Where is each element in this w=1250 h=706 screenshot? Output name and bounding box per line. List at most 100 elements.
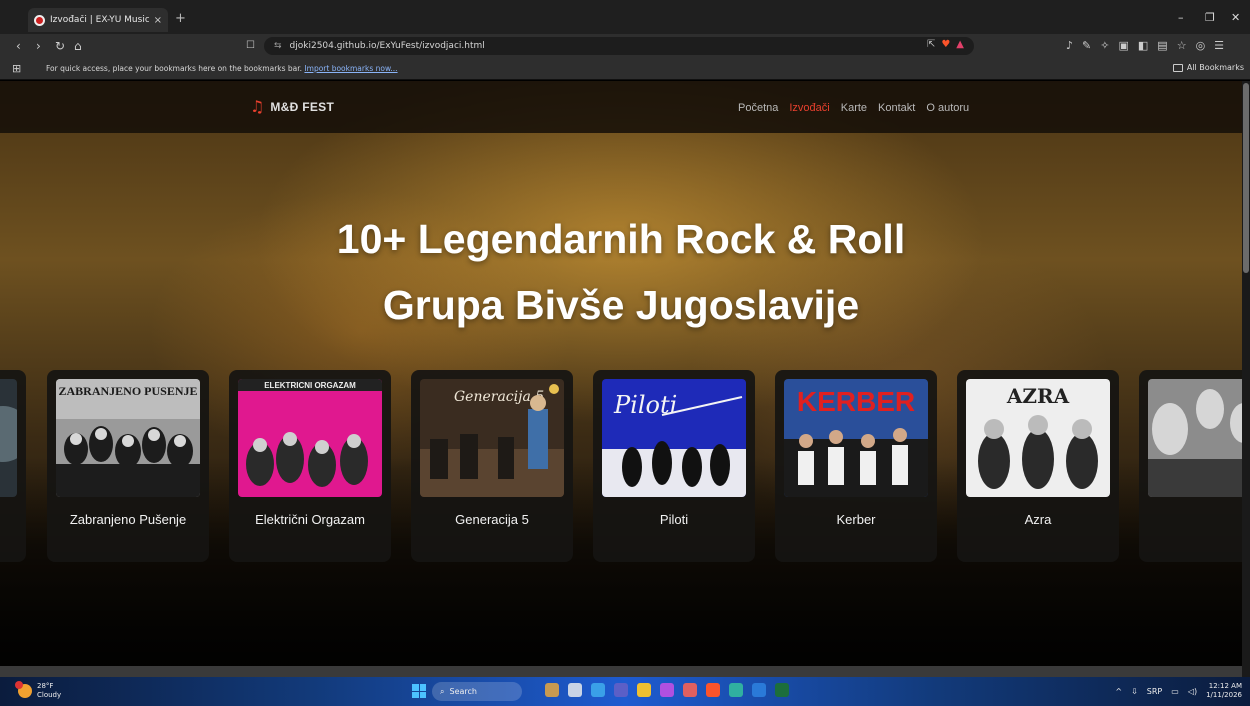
- band-carousel[interactable]: ZABRANJENO PUSENJE Zabranjeno Pušenje EL…: [0, 370, 1250, 565]
- extensions-icon[interactable]: ✧: [1100, 39, 1109, 52]
- clock-date: 1/11/2026: [1206, 691, 1242, 699]
- horizontal-scrollbar[interactable]: [0, 666, 1242, 677]
- import-bookmarks-link[interactable]: Import bookmarks now...: [304, 64, 397, 73]
- close-window-icon[interactable]: ✕: [1231, 11, 1240, 24]
- band-name: Generacija 5: [455, 512, 529, 527]
- system-tray: ^ ⇩ SRP ▭ ◁) 12:12 AM 1/11/2026: [1115, 682, 1242, 700]
- brave-rewards-icon[interactable]: ▲: [956, 39, 964, 50]
- address-bar-row: ‹ › ↻ ⌂ ☐ ⇆ djoki2504.github.io/ExYuFest…: [0, 34, 1250, 58]
- menu-item-kontakt[interactable]: Kontakt: [878, 102, 915, 114]
- file-explorer-icon[interactable]: [637, 683, 651, 697]
- vertical-scrollbar[interactable]: [1242, 81, 1250, 677]
- minimize-icon[interactable]: –: [1178, 11, 1184, 24]
- cover-text: ZABRANJENO PUSENJE: [58, 384, 197, 398]
- teams-app-icon[interactable]: [614, 683, 628, 697]
- start-button-icon[interactable]: [412, 684, 426, 698]
- network-icon[interactable]: ▭: [1171, 687, 1179, 696]
- show-hidden-icons[interactable]: ^: [1115, 687, 1122, 696]
- menu-item-karte[interactable]: Karte: [841, 102, 867, 114]
- band-name: Azra: [1024, 512, 1052, 527]
- screenshot-icon[interactable]: ▣: [1118, 39, 1128, 52]
- url-field[interactable]: ⇆ djoki2504.github.io/ExYuFest/izvodjaci…: [264, 37, 974, 55]
- weather-icon: [15, 681, 32, 698]
- band-card-ekv[interactable]: EKV: [1139, 370, 1250, 562]
- band-name: EKV: [1139, 512, 1250, 527]
- vscode-app-icon[interactable]: [752, 683, 766, 697]
- all-bookmarks-button[interactable]: All Bookmarks: [1172, 63, 1244, 72]
- band-name: Električni Orgazam: [255, 512, 365, 527]
- scrollbar-thumb[interactable]: [1243, 83, 1249, 273]
- menu-item-izvodjaci[interactable]: Izvođači: [789, 102, 829, 114]
- site-info-icon[interactable]: ⇆: [274, 41, 282, 51]
- site-logo[interactable]: ♫ M&Đ FEST: [250, 99, 334, 115]
- back-icon[interactable]: ‹: [16, 39, 21, 53]
- edge-app-icon[interactable]: [591, 683, 605, 697]
- search-label: Search: [449, 687, 477, 696]
- temperature: 28°F: [37, 682, 54, 690]
- band-card-elektricni-orgazam[interactable]: ELEKTRICNI ORGAZAM Električni Orgazam: [229, 370, 391, 562]
- vpn-icon[interactable]: ◎: [1196, 39, 1206, 52]
- favorites-icon[interactable]: ☆: [1177, 39, 1187, 52]
- browser-tab[interactable]: Izvođači | EX-YU Music Festival 2... ×: [28, 8, 168, 32]
- band-cover-image: KERBER: [784, 379, 928, 497]
- band-card-azra[interactable]: AZRA Azra: [957, 370, 1119, 562]
- band-cover-image: Generacija 5: [420, 379, 564, 497]
- band-card-zabranjeno-pusenje[interactable]: ZABRANJENO PUSENJE Zabranjeno Pušenje: [47, 370, 209, 562]
- hero-line-1: 10+ Legendarnih Rock & Roll: [336, 216, 906, 262]
- taskbar-apps: [545, 683, 789, 697]
- edge-browser-icon[interactable]: [729, 683, 743, 697]
- band-card[interactable]: [0, 370, 26, 562]
- site-favicon-icon: [34, 14, 45, 26]
- widgets-app-icon[interactable]: [545, 683, 559, 697]
- bookmarks-hint: For quick access, place your bookmarks h…: [46, 64, 398, 73]
- cover-text: ELEKTRICNI ORGAZAM: [264, 381, 356, 390]
- cover-text: Piloti: [613, 391, 677, 419]
- band-name: Piloti: [659, 512, 689, 527]
- url-text: djoki2504.github.io/ExYuFest/izvodjaci.h…: [289, 41, 485, 51]
- menu-item-pocetna[interactable]: Početna: [738, 102, 778, 114]
- clock[interactable]: 12:12 AM 1/11/2026: [1206, 682, 1242, 700]
- discord-app-icon[interactable]: [683, 683, 697, 697]
- file-app-icon[interactable]: [568, 683, 582, 697]
- maximize-icon[interactable]: ❐: [1205, 11, 1215, 24]
- volume-icon[interactable]: ◁): [1188, 687, 1197, 696]
- sidebar-icon[interactable]: ◧: [1138, 39, 1148, 52]
- forward-icon[interactable]: ›: [36, 39, 41, 53]
- clock-time: 12:12 AM: [1208, 682, 1242, 690]
- windows-taskbar: 28°F Cloudy ⌕ Search ^ ⇩ SRP ▭ ◁) 12:12 …: [0, 677, 1250, 706]
- cover-text: KERBER: [797, 386, 915, 417]
- brave-shield-icon[interactable]: ♥: [941, 39, 950, 50]
- close-tab-icon[interactable]: ×: [154, 15, 162, 26]
- pen-icon[interactable]: ✎: [1082, 39, 1091, 52]
- apps-grid-icon[interactable]: ⊞: [12, 62, 21, 75]
- language-indicator[interactable]: SRP: [1147, 687, 1162, 696]
- wallet-icon[interactable]: ▤: [1157, 39, 1167, 52]
- terminal-app-icon[interactable]: [775, 683, 789, 697]
- tab-title: Izvođači | EX-YU Music Festival 2...: [50, 15, 149, 25]
- weather-widget[interactable]: 28°F Cloudy: [15, 681, 62, 700]
- new-tab-button[interactable]: +: [175, 11, 186, 26]
- all-bookmarks-label: All Bookmarks: [1186, 63, 1244, 72]
- brave-app-icon[interactable]: [706, 683, 720, 697]
- menu-item-o-autoru[interactable]: O autoru: [926, 102, 969, 114]
- taskbar-search[interactable]: ⌕ Search: [432, 682, 522, 701]
- reload-icon[interactable]: ↻: [55, 39, 65, 53]
- home-icon[interactable]: ⌂: [74, 39, 82, 53]
- band-cover-image: ELEKTRICNI ORGAZAM: [238, 379, 382, 497]
- hero-title: 10+ Legendarnih Rock & Roll Grupa Bivše …: [0, 206, 1242, 338]
- hero-line-2: Grupa Bivše Jugoslavije: [382, 282, 860, 328]
- weather-condition: Cloudy: [37, 691, 62, 699]
- band-cover-image: Piloti: [602, 379, 746, 497]
- band-name: Zabranjeno Pušenje: [69, 512, 187, 527]
- band-card-generacija-5[interactable]: Generacija 5 Generacija 5: [411, 370, 573, 562]
- read-aloud-icon[interactable]: ♪: [1066, 39, 1073, 52]
- search-icon: ⌕: [440, 686, 445, 696]
- usb-icon[interactable]: ⇩: [1131, 687, 1138, 696]
- share-icon[interactable]: ⇱: [927, 39, 935, 50]
- menu-icon[interactable]: ☰: [1214, 39, 1224, 52]
- heart-app-icon[interactable]: [660, 683, 674, 697]
- band-card-kerber[interactable]: KERBER Kerber: [775, 370, 937, 562]
- band-card-piloti[interactable]: Piloti Piloti: [593, 370, 755, 562]
- bookmark-icon[interactable]: ☐: [246, 40, 255, 51]
- band-cover-image: ZABRANJENO PUSENJE: [56, 379, 200, 497]
